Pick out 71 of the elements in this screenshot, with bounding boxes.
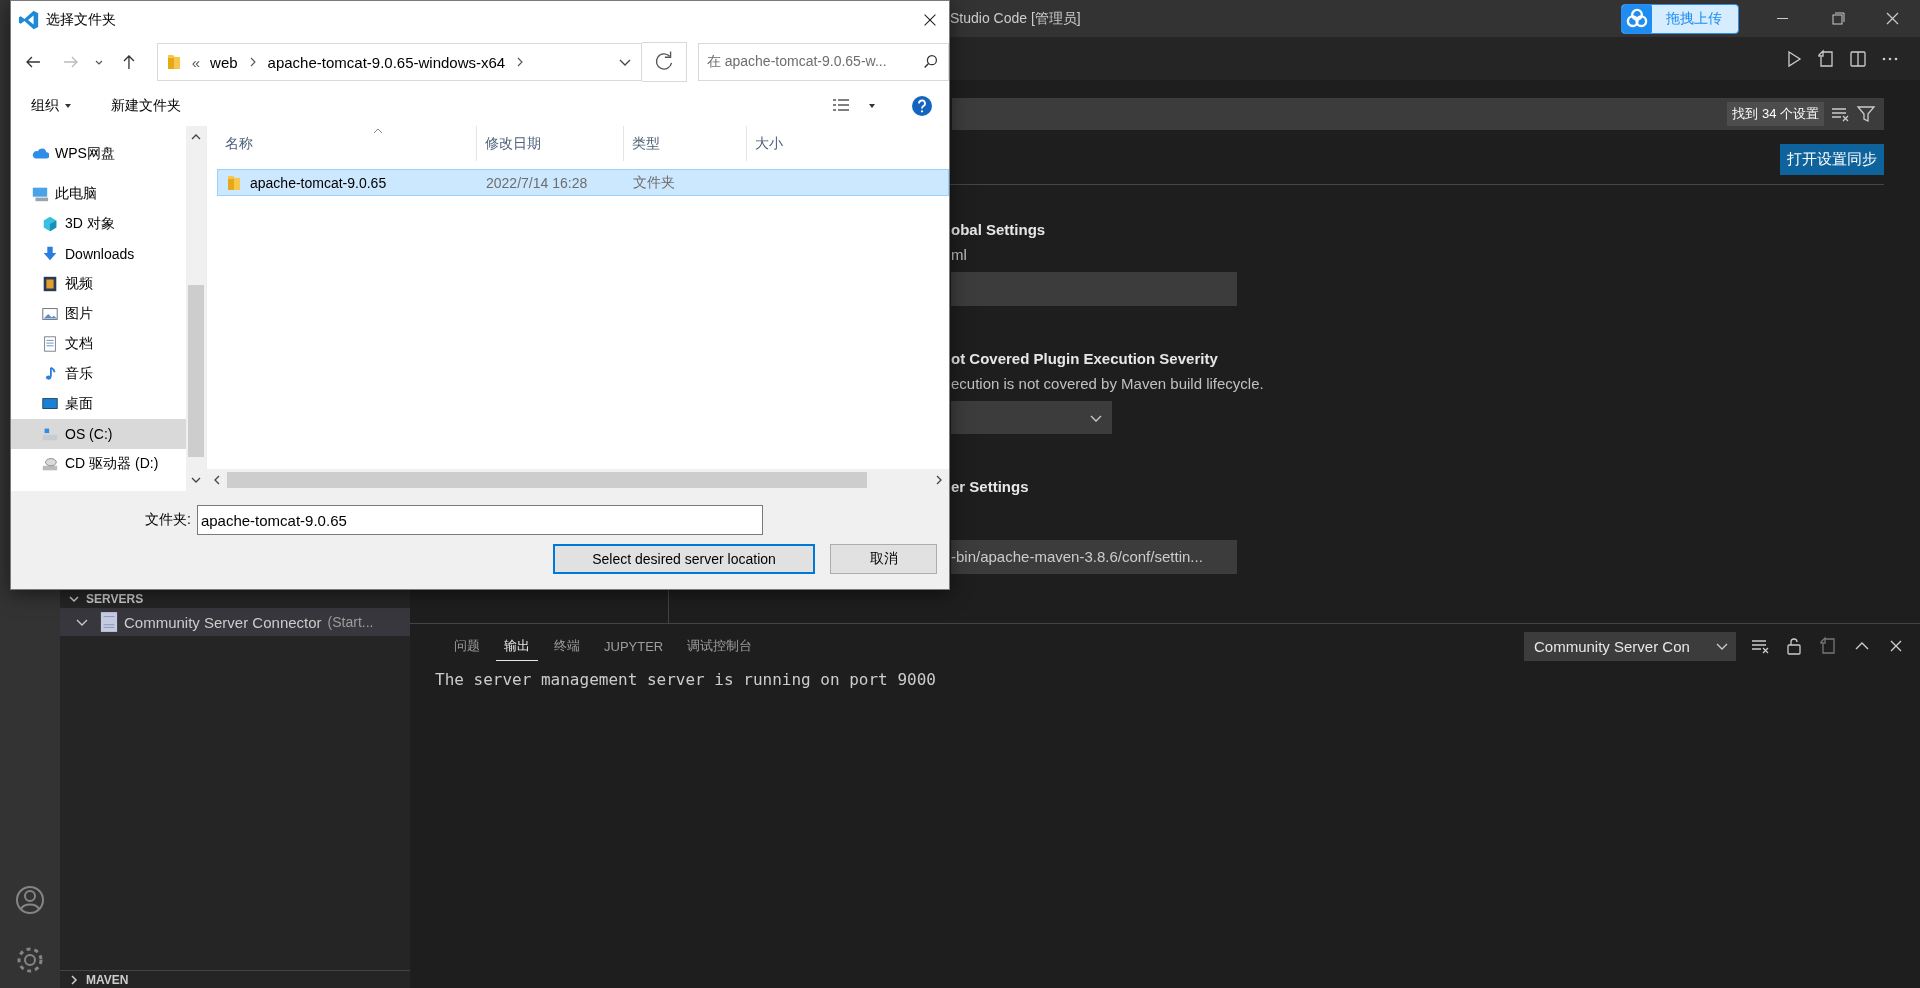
folder-input-field[interactable]: apache-tomcat-9.0.65	[196, 505, 763, 535]
picture-icon	[41, 305, 59, 323]
nav-item[interactable]: 此电脑	[11, 179, 186, 209]
window-title: Studio Code [管理员]	[950, 9, 1081, 28]
setting-description: ecution is not covered by Maven build lifecycle.	[951, 375, 1264, 392]
disc-icon	[41, 455, 59, 473]
sort-caret-icon	[372, 126, 384, 134]
nav-item[interactable]: WPS网盘	[11, 139, 186, 169]
folder-icon	[165, 53, 182, 71]
scrollbar-thumb[interactable]	[227, 472, 867, 488]
filter-icon[interactable]	[1856, 104, 1876, 124]
organize-menu[interactable]: 组织	[31, 95, 59, 117]
search-icon	[922, 53, 940, 71]
panel-tab[interactable]: 问题	[446, 631, 488, 661]
cloud-icon	[1622, 4, 1652, 33]
nav-item[interactable]: Downloads	[11, 239, 186, 269]
section-header[interactable]: SERVERS	[86, 592, 144, 606]
refresh-icon[interactable]	[642, 42, 687, 82]
result-count: 找到 34 个设置	[1727, 102, 1824, 126]
column-header[interactable]: 名称	[217, 126, 477, 161]
film-icon	[41, 275, 59, 293]
nav-item[interactable]: 3D 对象	[11, 209, 186, 239]
column-header[interactable]: 类型	[624, 126, 747, 161]
setting-title: ot Covered Plugin Execution Severity	[951, 350, 1219, 367]
select-button[interactable]: Select desired server location	[553, 544, 815, 574]
download-arrow-icon	[41, 245, 59, 263]
nav-item[interactable]: 视频	[11, 269, 186, 299]
setting-input-field[interactable]	[951, 272, 1237, 306]
nav-item[interactable]: 桌面	[11, 389, 186, 419]
help-icon[interactable]	[911, 95, 933, 117]
unlock-icon[interactable]	[1784, 636, 1804, 656]
search-field[interactable]: 在 apache-tomcat-9.0.65-w...	[697, 43, 949, 81]
output-line: The server management server is running on port 9000	[434, 670, 937, 689]
nav-item[interactable]: CD 驱动器 (D:)	[11, 449, 186, 479]
setting-title: er Settings	[951, 478, 1030, 495]
cancel-button[interactable]: 取消	[830, 544, 937, 574]
setting-description: ml	[951, 246, 968, 263]
address-bar[interactable]: « web apache-tomcat-9.0.65-windows-x64	[156, 43, 642, 81]
file-row[interactable]: apache-tomcat-9.0.65 2022/7/14 16:28 文件夹	[217, 169, 949, 196]
channel-dropdown[interactable]: Community Server Con	[1524, 631, 1736, 661]
sync-button[interactable]: 打开设置同步	[1780, 144, 1884, 175]
folder-label: 文件夹:	[145, 511, 191, 529]
setting-title: obal Settings	[951, 221, 1047, 238]
panel-tab[interactable]: JUPYTER	[596, 632, 672, 660]
chevron-icon[interactable]	[68, 593, 80, 605]
folder-icon	[226, 173, 242, 192]
document-icon	[41, 335, 59, 353]
nav-item[interactable]: OS (C:)	[11, 419, 186, 449]
split-editor-icon[interactable]	[1848, 48, 1868, 69]
settings-search-field[interactable]: 找到 34 个设置	[952, 98, 1884, 130]
setting-input-field[interactable]: -bin/apache-maven-3.8.6/conf/settin...	[951, 540, 1237, 574]
nav-item[interactable]: 音乐	[11, 359, 186, 389]
section-header[interactable]: MAVEN	[86, 972, 129, 987]
open-file-icon[interactable]	[1816, 48, 1836, 69]
server-icon	[100, 611, 118, 633]
new-folder-button[interactable]: 新建文件夹	[111, 95, 181, 117]
computer-icon	[31, 185, 49, 203]
nav-item[interactable]: 图片	[11, 299, 186, 329]
tree-item[interactable]: Community Server Connector (Start...	[60, 608, 410, 636]
column-header[interactable]: 大小	[747, 126, 949, 161]
panel-tab[interactable]: 终端	[546, 631, 588, 661]
scrollbar-thumb[interactable]	[188, 285, 204, 457]
column-header[interactable]: 修改日期	[477, 126, 624, 161]
nav-item[interactable]: 文档	[11, 329, 186, 359]
app-logo-icon	[18, 8, 40, 31]
account-icon[interactable]	[14, 884, 46, 916]
panel-tab[interactable]: 调试控制台	[679, 631, 761, 661]
panel-tab[interactable]: 输出	[496, 631, 538, 661]
cube-icon	[41, 215, 59, 233]
chevron-icon[interactable]	[68, 973, 80, 986]
dialog-title: 选择文件夹	[46, 10, 116, 29]
